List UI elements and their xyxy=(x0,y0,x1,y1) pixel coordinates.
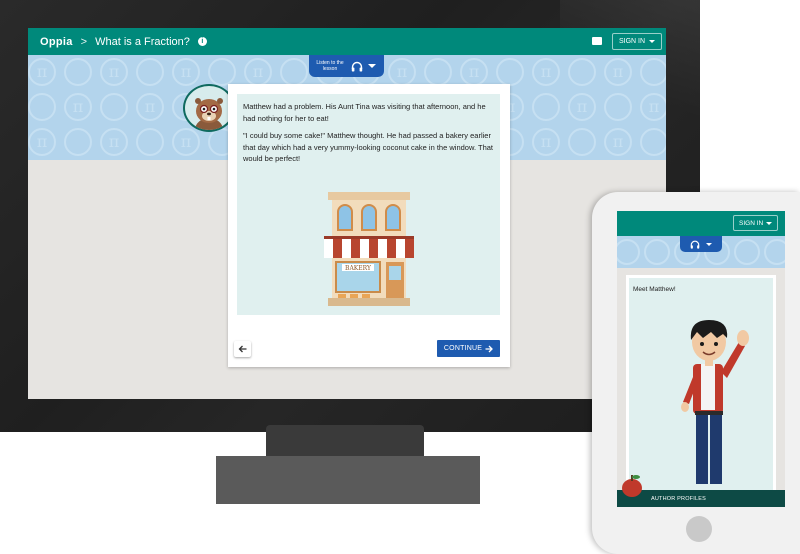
svg-text:π: π xyxy=(109,132,120,151)
sign-in-label: SIGN IN xyxy=(619,38,646,45)
top-navigation-bar: Oppia > What is a Fraction? i xyxy=(28,28,666,55)
author-profiles-label: AUTHOR PROFILES xyxy=(651,495,706,502)
lesson-content: Matthew had a problem. His Aunt Tina was… xyxy=(237,94,500,315)
mobile-sign-in-label: SIGN IN xyxy=(739,219,764,227)
caret-down-icon xyxy=(766,221,773,225)
svg-text:π: π xyxy=(37,132,48,151)
audio-label: Listen to the lesson xyxy=(316,60,344,72)
breadcrumb-separator: > xyxy=(80,35,88,48)
svg-text:π: π xyxy=(181,132,192,151)
bakery-sign: BAKERY xyxy=(345,265,372,272)
svg-text:π: π xyxy=(577,97,588,116)
bakery-illustration: BAKERY xyxy=(324,190,414,310)
lesson-title: What is a Fraction? xyxy=(95,35,190,48)
apple-icon xyxy=(622,475,642,497)
svg-text:π: π xyxy=(145,97,156,116)
mobile-sign-in-button[interactable]: SIGN IN xyxy=(733,215,779,231)
otter-mascot-image xyxy=(195,98,223,130)
caret-down-icon xyxy=(706,242,712,246)
svg-text:π: π xyxy=(397,62,408,81)
mobile-device: SIGN IN Meet Matthew! AUTHOR PROFILES xyxy=(592,192,800,554)
home-button[interactable] xyxy=(686,516,712,542)
svg-text:π: π xyxy=(613,62,624,81)
svg-text:π: π xyxy=(109,62,120,81)
sign-in-button[interactable]: SIGN IN xyxy=(612,33,663,50)
lesson-paragraph: Matthew had a problem. His Aunt Tina was… xyxy=(243,102,486,123)
mobile-lesson-text: Meet Matthew! xyxy=(633,286,676,293)
svg-text:π: π xyxy=(541,132,552,151)
mobile-lesson-card: Meet Matthew! xyxy=(626,275,776,507)
svg-text:π: π xyxy=(469,62,480,81)
back-button[interactable] xyxy=(234,341,251,357)
continue-label: CONTINUE xyxy=(443,345,483,352)
svg-text:π: π xyxy=(181,62,192,81)
caret-down-icon xyxy=(649,40,656,43)
feedback-icon[interactable] xyxy=(592,37,602,45)
lesson-paragraph: "I could buy some cake!" Matthew thought… xyxy=(243,131,493,163)
mobile-lesson-content: Meet Matthew! xyxy=(629,278,773,498)
svg-text:π: π xyxy=(73,97,84,116)
audio-player-toggle[interactable]: Listen to the lesson xyxy=(309,55,384,77)
oppia-logo[interactable]: Oppia xyxy=(40,36,73,48)
info-icon[interactable]: i xyxy=(197,37,207,46)
svg-text:π: π xyxy=(253,62,264,81)
mobile-audio-player-toggle[interactable] xyxy=(680,236,722,252)
headphones-icon xyxy=(351,61,363,71)
headphones-icon xyxy=(690,240,700,249)
matthew-character-image xyxy=(681,320,749,484)
monitor-stand-base xyxy=(216,456,480,504)
mobile-screen: SIGN IN Meet Matthew! AUTHOR PROFILES xyxy=(617,211,785,507)
lesson-card: Matthew had a problem. His Aunt Tina was… xyxy=(228,84,510,367)
svg-text:π: π xyxy=(37,62,48,81)
forward-arrow-icon xyxy=(485,345,493,352)
desktop-screen: Oppia > What is a Fraction? i SIGN IN π π… xyxy=(28,28,666,399)
svg-text:π: π xyxy=(613,132,624,151)
svg-text:π: π xyxy=(649,97,660,116)
continue-button[interactable]: CONTINUE xyxy=(437,340,500,357)
svg-text:π: π xyxy=(541,62,552,81)
back-arrow-icon xyxy=(238,345,247,353)
caret-down-icon xyxy=(368,64,376,68)
